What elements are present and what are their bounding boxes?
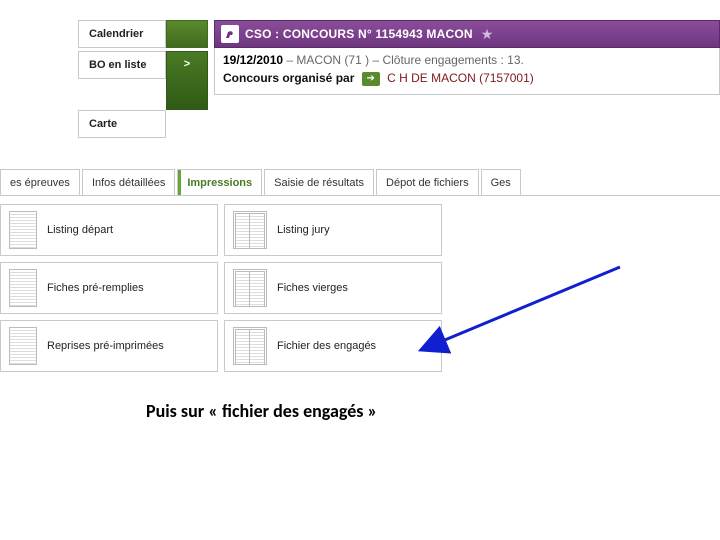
- tab-infos[interactable]: Infos détaillées: [82, 169, 175, 195]
- document-icon: [9, 269, 37, 307]
- nav-calendrier[interactable]: Calendrier: [78, 20, 166, 48]
- nav-expand-button[interactable]: >: [166, 51, 208, 110]
- tab-depot[interactable]: Dépot de fichiers: [376, 169, 479, 195]
- horse-icon: [221, 25, 239, 43]
- concours-header: CSO : CONCOURS N° 1154943 MACON ★: [214, 20, 720, 48]
- cell-label: Reprises pré-imprimées: [47, 340, 164, 352]
- left-nav: Calendrier BO en liste > Carte: [78, 20, 208, 141]
- organiser-link[interactable]: C H DE MACON (7157001): [387, 71, 534, 85]
- cell-reprises[interactable]: Reprises pré-imprimées: [0, 320, 218, 372]
- document-icon: [233, 269, 267, 307]
- instruction-caption: Puis sur « fichier des engagés »: [146, 400, 720, 422]
- nav-carte[interactable]: Carte: [78, 110, 166, 138]
- tab-epreuves[interactable]: es épreuves: [0, 169, 80, 195]
- goto-icon[interactable]: ➔: [362, 72, 380, 86]
- cell-label: Fiches vierges: [277, 282, 348, 294]
- cell-label: Fiches pré-remplies: [47, 282, 144, 294]
- concours-organiser-line: Concours organisé par ➔ C H DE MACON (71…: [223, 71, 711, 86]
- cell-label: Listing départ: [47, 224, 113, 236]
- concours-date: 19/12/2010: [223, 53, 283, 67]
- document-icon: [9, 327, 37, 365]
- document-icon: [9, 211, 37, 249]
- concours-info: 19/12/2010 – MACON (71 ) – Clôture engag…: [214, 48, 720, 95]
- chevron-right-icon: >: [184, 58, 190, 70]
- cell-listing-jury[interactable]: Listing jury: [224, 204, 442, 256]
- concours-title: CSO : CONCOURS N° 1154943 MACON: [245, 27, 473, 41]
- cell-fiches-preremplies[interactable]: Fiches pré-remplies: [0, 262, 218, 314]
- document-icon: [233, 211, 267, 249]
- tab-saisie[interactable]: Saisie de résultats: [264, 169, 374, 195]
- organiser-label: Concours organisé par: [223, 71, 354, 85]
- cell-listing-depart[interactable]: Listing départ: [0, 204, 218, 256]
- tab-impressions[interactable]: Impressions: [177, 169, 262, 195]
- tab-gestion[interactable]: Ges: [481, 169, 521, 195]
- concours-location: MACON (71 ): [296, 53, 369, 67]
- tab-bar: es épreuves Infos détaillées Impressions…: [0, 169, 720, 196]
- concours-cloture: Clôture engagements : 13.: [382, 53, 523, 67]
- cell-label: Fichier des engagés: [277, 340, 376, 352]
- document-icon: [233, 327, 267, 365]
- star-icon[interactable]: ★: [481, 26, 494, 43]
- nav-bo-liste[interactable]: BO en liste: [78, 51, 166, 79]
- concours-date-line: 19/12/2010 – MACON (71 ) – Clôture engag…: [223, 53, 711, 67]
- nav-green-indicator: [166, 20, 208, 48]
- impressions-grid: Listing départ Listing jury Fiches pré-r…: [0, 204, 720, 372]
- cell-label: Listing jury: [277, 224, 330, 236]
- cell-fiches-vierges[interactable]: Fiches vierges: [224, 262, 442, 314]
- cell-fichier-engages[interactable]: Fichier des engagés: [224, 320, 442, 372]
